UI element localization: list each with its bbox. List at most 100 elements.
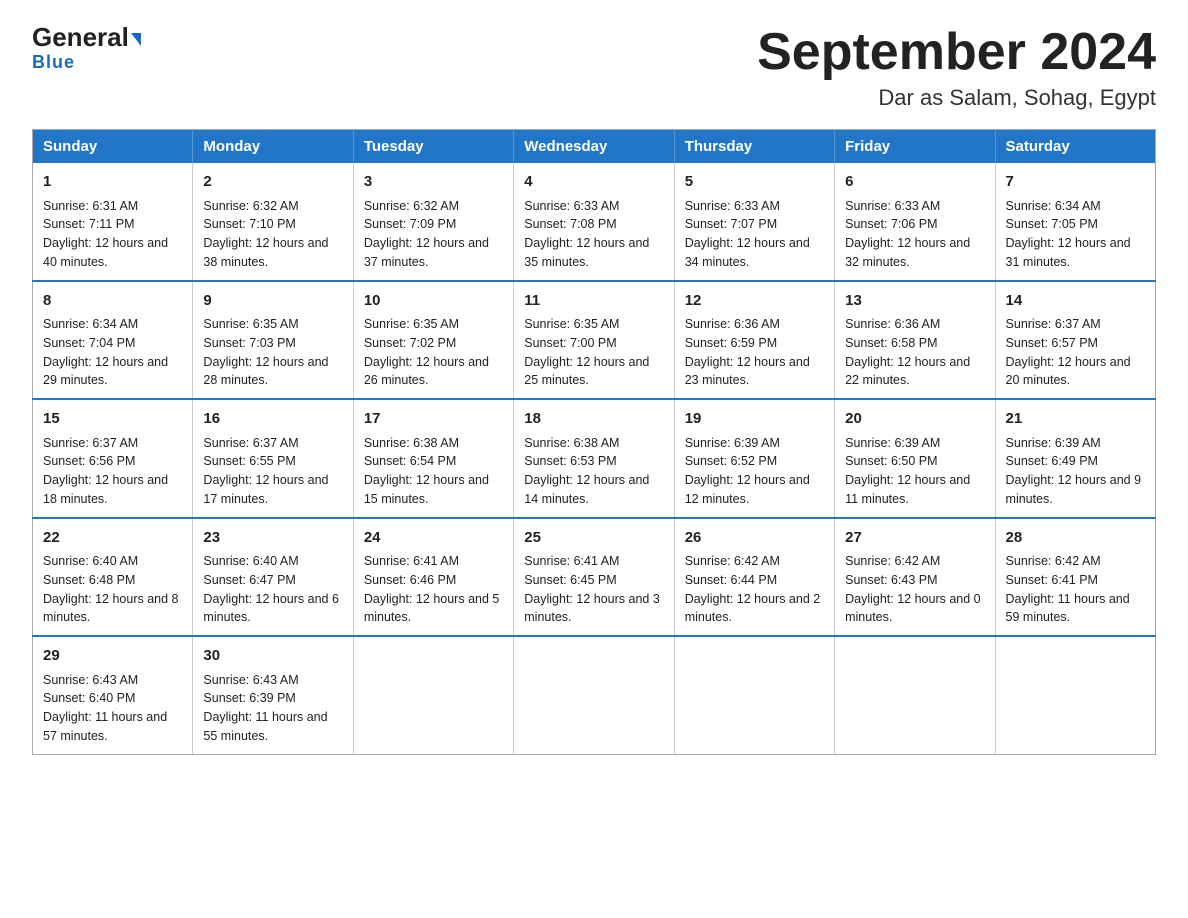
day-number: 11 (524, 290, 663, 313)
day-number: 12 (685, 290, 824, 313)
day-info: Sunrise: 6:32 AMSunset: 7:10 PMDaylight:… (203, 199, 328, 269)
day-number: 7 (1006, 171, 1145, 194)
calendar-cell: 4 Sunrise: 6:33 AMSunset: 7:08 PMDayligh… (514, 163, 674, 281)
day-info: Sunrise: 6:31 AMSunset: 7:11 PMDaylight:… (43, 199, 168, 269)
day-info: Sunrise: 6:39 AMSunset: 6:49 PMDaylight:… (1006, 436, 1142, 506)
day-info: Sunrise: 6:42 AMSunset: 6:43 PMDaylight:… (845, 554, 981, 624)
day-number: 30 (203, 645, 342, 668)
title-area: September 2024 Dar as Salam, Sohag, Egyp… (757, 24, 1156, 111)
calendar-cell: 14 Sunrise: 6:37 AMSunset: 6:57 PMDaylig… (995, 281, 1155, 400)
calendar-cell: 10 Sunrise: 6:35 AMSunset: 7:02 PMDaylig… (353, 281, 513, 400)
day-info: Sunrise: 6:34 AMSunset: 7:05 PMDaylight:… (1006, 199, 1131, 269)
day-number: 14 (1006, 290, 1145, 313)
calendar-cell: 3 Sunrise: 6:32 AMSunset: 7:09 PMDayligh… (353, 163, 513, 281)
day-info: Sunrise: 6:36 AMSunset: 6:58 PMDaylight:… (845, 317, 970, 387)
calendar-week-row: 22 Sunrise: 6:40 AMSunset: 6:48 PMDaylig… (33, 518, 1156, 637)
day-info: Sunrise: 6:35 AMSunset: 7:02 PMDaylight:… (364, 317, 489, 387)
day-number: 24 (364, 527, 503, 550)
day-number: 15 (43, 408, 182, 431)
calendar-cell (514, 636, 674, 754)
logo-brand2: Blue (32, 52, 75, 73)
calendar-week-row: 15 Sunrise: 6:37 AMSunset: 6:56 PMDaylig… (33, 399, 1156, 518)
calendar-cell: 5 Sunrise: 6:33 AMSunset: 7:07 PMDayligh… (674, 163, 834, 281)
day-number: 21 (1006, 408, 1145, 431)
calendar-location: Dar as Salam, Sohag, Egypt (757, 85, 1156, 111)
calendar-header-row: SundayMondayTuesdayWednesdayThursdayFrid… (33, 130, 1156, 164)
calendar-cell: 27 Sunrise: 6:42 AMSunset: 6:43 PMDaylig… (835, 518, 995, 637)
day-info: Sunrise: 6:35 AMSunset: 7:00 PMDaylight:… (524, 317, 649, 387)
day-number: 1 (43, 171, 182, 194)
col-header-friday: Friday (835, 130, 995, 164)
day-number: 18 (524, 408, 663, 431)
calendar-cell: 7 Sunrise: 6:34 AMSunset: 7:05 PMDayligh… (995, 163, 1155, 281)
calendar-week-row: 29 Sunrise: 6:43 AMSunset: 6:40 PMDaylig… (33, 636, 1156, 754)
day-info: Sunrise: 6:37 AMSunset: 6:56 PMDaylight:… (43, 436, 168, 506)
day-info: Sunrise: 6:38 AMSunset: 6:54 PMDaylight:… (364, 436, 489, 506)
day-info: Sunrise: 6:38 AMSunset: 6:53 PMDaylight:… (524, 436, 649, 506)
calendar-cell: 16 Sunrise: 6:37 AMSunset: 6:55 PMDaylig… (193, 399, 353, 518)
day-info: Sunrise: 6:43 AMSunset: 6:40 PMDaylight:… (43, 673, 167, 743)
day-info: Sunrise: 6:36 AMSunset: 6:59 PMDaylight:… (685, 317, 810, 387)
calendar-cell: 22 Sunrise: 6:40 AMSunset: 6:48 PMDaylig… (33, 518, 193, 637)
day-info: Sunrise: 6:41 AMSunset: 6:46 PMDaylight:… (364, 554, 500, 624)
col-header-sunday: Sunday (33, 130, 193, 164)
logo-brand: General (32, 24, 141, 50)
calendar-cell: 15 Sunrise: 6:37 AMSunset: 6:56 PMDaylig… (33, 399, 193, 518)
day-number: 10 (364, 290, 503, 313)
calendar-cell (674, 636, 834, 754)
day-number: 25 (524, 527, 663, 550)
day-number: 9 (203, 290, 342, 313)
calendar-cell: 12 Sunrise: 6:36 AMSunset: 6:59 PMDaylig… (674, 281, 834, 400)
day-number: 17 (364, 408, 503, 431)
day-info: Sunrise: 6:33 AMSunset: 7:07 PMDaylight:… (685, 199, 810, 269)
calendar-cell: 6 Sunrise: 6:33 AMSunset: 7:06 PMDayligh… (835, 163, 995, 281)
day-number: 16 (203, 408, 342, 431)
col-header-thursday: Thursday (674, 130, 834, 164)
day-info: Sunrise: 6:37 AMSunset: 6:55 PMDaylight:… (203, 436, 328, 506)
calendar-cell: 24 Sunrise: 6:41 AMSunset: 6:46 PMDaylig… (353, 518, 513, 637)
calendar-cell: 13 Sunrise: 6:36 AMSunset: 6:58 PMDaylig… (835, 281, 995, 400)
col-header-saturday: Saturday (995, 130, 1155, 164)
day-info: Sunrise: 6:41 AMSunset: 6:45 PMDaylight:… (524, 554, 660, 624)
day-info: Sunrise: 6:40 AMSunset: 6:48 PMDaylight:… (43, 554, 179, 624)
calendar-cell: 18 Sunrise: 6:38 AMSunset: 6:53 PMDaylig… (514, 399, 674, 518)
calendar-cell: 23 Sunrise: 6:40 AMSunset: 6:47 PMDaylig… (193, 518, 353, 637)
day-info: Sunrise: 6:32 AMSunset: 7:09 PMDaylight:… (364, 199, 489, 269)
day-number: 6 (845, 171, 984, 194)
calendar-cell: 11 Sunrise: 6:35 AMSunset: 7:00 PMDaylig… (514, 281, 674, 400)
day-number: 2 (203, 171, 342, 194)
calendar-cell (353, 636, 513, 754)
day-info: Sunrise: 6:42 AMSunset: 6:41 PMDaylight:… (1006, 554, 1130, 624)
day-info: Sunrise: 6:37 AMSunset: 6:57 PMDaylight:… (1006, 317, 1131, 387)
calendar-cell: 9 Sunrise: 6:35 AMSunset: 7:03 PMDayligh… (193, 281, 353, 400)
day-info: Sunrise: 6:34 AMSunset: 7:04 PMDaylight:… (43, 317, 168, 387)
col-header-wednesday: Wednesday (514, 130, 674, 164)
calendar-cell (995, 636, 1155, 754)
calendar-body: 1 Sunrise: 6:31 AMSunset: 7:11 PMDayligh… (33, 163, 1156, 754)
day-number: 28 (1006, 527, 1145, 550)
calendar-week-row: 1 Sunrise: 6:31 AMSunset: 7:11 PMDayligh… (33, 163, 1156, 281)
day-number: 23 (203, 527, 342, 550)
day-number: 27 (845, 527, 984, 550)
calendar-cell: 17 Sunrise: 6:38 AMSunset: 6:54 PMDaylig… (353, 399, 513, 518)
day-info: Sunrise: 6:43 AMSunset: 6:39 PMDaylight:… (203, 673, 327, 743)
calendar-cell: 2 Sunrise: 6:32 AMSunset: 7:10 PMDayligh… (193, 163, 353, 281)
calendar-cell: 21 Sunrise: 6:39 AMSunset: 6:49 PMDaylig… (995, 399, 1155, 518)
col-header-tuesday: Tuesday (353, 130, 513, 164)
calendar-cell: 29 Sunrise: 6:43 AMSunset: 6:40 PMDaylig… (33, 636, 193, 754)
calendar-cell (835, 636, 995, 754)
day-number: 29 (43, 645, 182, 668)
calendar-table: SundayMondayTuesdayWednesdayThursdayFrid… (32, 129, 1156, 755)
day-number: 8 (43, 290, 182, 313)
day-info: Sunrise: 6:39 AMSunset: 6:50 PMDaylight:… (845, 436, 970, 506)
day-number: 22 (43, 527, 182, 550)
calendar-title: September 2024 (757, 24, 1156, 81)
day-info: Sunrise: 6:39 AMSunset: 6:52 PMDaylight:… (685, 436, 810, 506)
day-info: Sunrise: 6:33 AMSunset: 7:08 PMDaylight:… (524, 199, 649, 269)
day-info: Sunrise: 6:33 AMSunset: 7:06 PMDaylight:… (845, 199, 970, 269)
day-number: 5 (685, 171, 824, 194)
day-number: 13 (845, 290, 984, 313)
calendar-cell: 25 Sunrise: 6:41 AMSunset: 6:45 PMDaylig… (514, 518, 674, 637)
col-header-monday: Monday (193, 130, 353, 164)
calendar-cell: 8 Sunrise: 6:34 AMSunset: 7:04 PMDayligh… (33, 281, 193, 400)
